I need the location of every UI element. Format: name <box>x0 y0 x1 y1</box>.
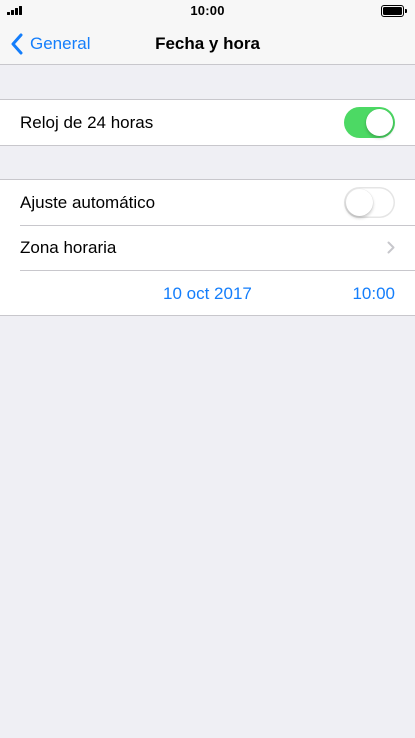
navigation-bar: Fecha y hora General <box>0 22 415 65</box>
auto-set-label: Ajuste automático <box>20 192 156 212</box>
chevron-left-icon <box>11 33 23 54</box>
battery-icon <box>381 5 407 17</box>
clock-24h-row: Reloj de 24 horas <box>0 100 415 145</box>
time-zone-label: Zona horaria <box>20 237 117 257</box>
time-zone-row[interactable]: Zona horaria <box>0 225 415 270</box>
back-button[interactable]: General <box>10 22 90 65</box>
date-time-group: Ajuste automático Zona horaria 10 oct 20… <box>0 179 415 316</box>
auto-set-toggle[interactable] <box>344 187 395 218</box>
back-label: General <box>30 33 91 53</box>
time-value[interactable]: 10:00 <box>352 284 395 304</box>
chevron-right-icon <box>387 241 395 254</box>
clock-format-group: Reloj de 24 horas <box>0 99 415 146</box>
toggle-knob <box>346 189 373 216</box>
status-time: 10:00 <box>190 3 225 18</box>
date-value[interactable]: 10 oct 2017 <box>163 284 252 304</box>
auto-set-row: Ajuste automático <box>0 180 415 225</box>
toggle-knob <box>366 109 393 136</box>
clock-24h-label: Reloj de 24 horas <box>20 112 154 132</box>
clock-24h-toggle[interactable] <box>344 107 395 138</box>
date-time-row[interactable]: 10 oct 2017 10:00 <box>0 270 415 315</box>
status-bar: 10:00 <box>0 0 415 22</box>
